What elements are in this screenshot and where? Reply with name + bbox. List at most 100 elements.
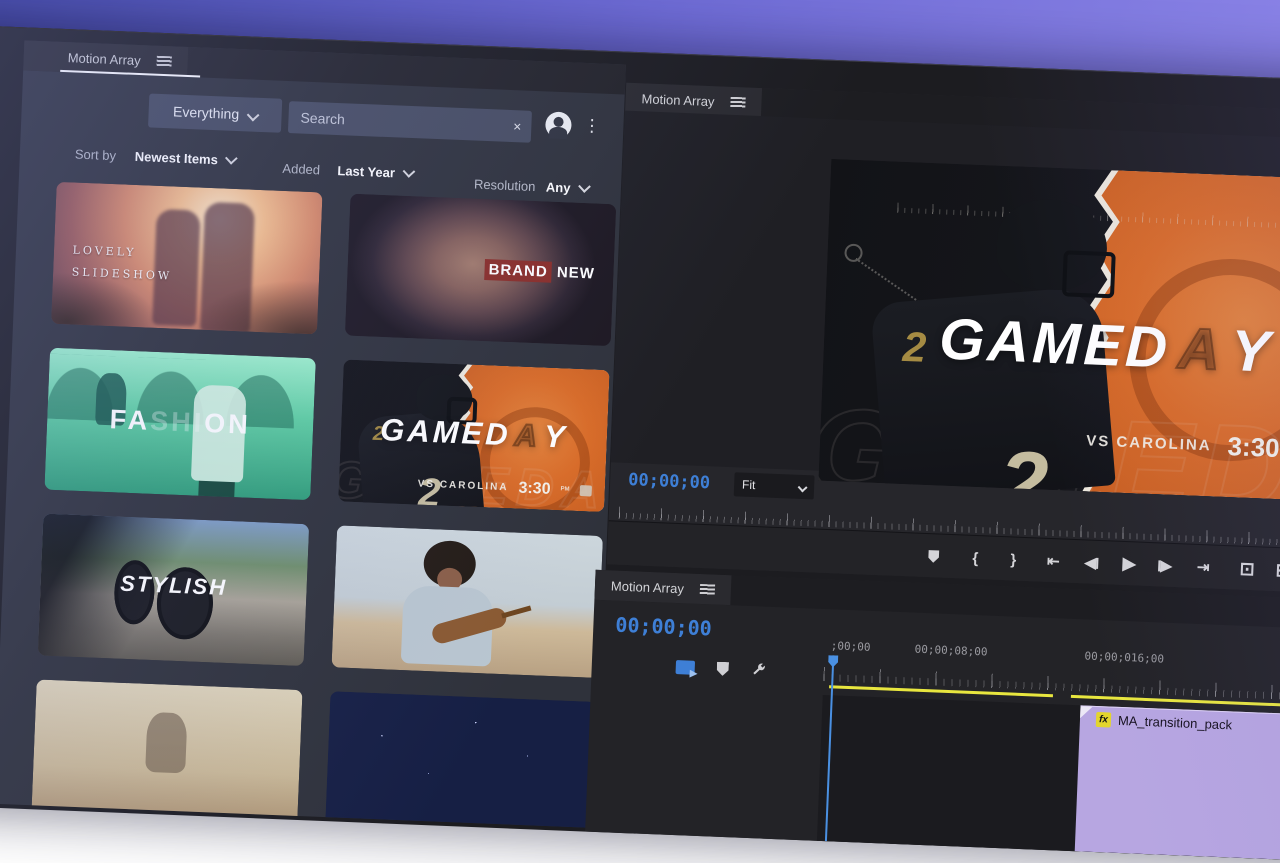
zoom-level-select[interactable]: Fit (734, 472, 815, 499)
add-marker-icon[interactable] (716, 662, 729, 676)
tab-label: Motion Array (611, 578, 685, 596)
added-label: Added (282, 161, 320, 177)
account-icon[interactable] (545, 111, 572, 138)
more-options-icon[interactable]: ⋮ (583, 113, 601, 140)
portrait-image: BRAND NEW (345, 194, 616, 347)
kickoff-time: 3:30 (1227, 431, 1280, 464)
chevron-down-icon (798, 482, 808, 492)
marker-glyph (928, 550, 940, 563)
search-box: × (288, 101, 532, 143)
clip-name: MA_transition_pack (1118, 713, 1233, 733)
step-forward-icon[interactable]: ▶ (1157, 556, 1174, 575)
thumbnail-stylish[interactable]: STYLISH (38, 514, 309, 667)
night-sky-image (325, 691, 596, 828)
category-value: Everything (173, 103, 240, 122)
sort-by-label: Sort by (75, 147, 117, 164)
timeline-toolbar (675, 659, 767, 679)
add-marker-icon[interactable] (925, 549, 942, 563)
mark-in-icon[interactable]: { (967, 549, 984, 567)
search-row: Everything × ⋮ (21, 88, 624, 152)
step-back-glyph: ◀ (1084, 553, 1096, 571)
thumbnail-ukulele-beach[interactable] (332, 525, 603, 678)
chevron-down-icon (402, 165, 415, 178)
title-part-faded: SHI (150, 406, 205, 438)
tab-label: Motion Array (641, 91, 715, 109)
title-badge: BRAND (484, 260, 552, 284)
matchup-text: VS CAROLINA (417, 479, 508, 494)
chevron-down-icon (246, 108, 259, 121)
title-rest: NEW (557, 264, 596, 283)
clip-fade-notch (1080, 706, 1092, 718)
title-main: GAMED (380, 412, 512, 453)
application-window: Motion Array Everything × ⋮ Sort by (0, 24, 1280, 863)
thumbnail-title: BRAND NEW (484, 262, 595, 283)
sort-by-value: Newest Items (135, 149, 219, 167)
step-forward-glyph: ▶ (1160, 556, 1172, 574)
desktop-background: Motion Array Everything × ⋮ Sort by (0, 0, 1280, 720)
clear-search-icon[interactable]: × (507, 118, 522, 135)
clip-header: fx MA_transition_pack (1080, 706, 1280, 738)
outdoor-image (31, 679, 302, 828)
added-dropdown[interactable]: Last Year (337, 163, 413, 181)
timeline-clip[interactable]: fx MA_transition_pack (1075, 705, 1280, 863)
step-bar (1096, 557, 1098, 568)
thumbnail-lovely-slideshow[interactable]: LOVELY SLIDESHOW (51, 182, 322, 335)
title-ghost-letter: A (514, 418, 541, 455)
bicycle-street-image: STYLISH (38, 514, 309, 667)
monitor-timecode[interactable]: 00;00;00 (628, 470, 711, 493)
go-to-out-icon[interactable]: ⇥ (1195, 558, 1212, 577)
panel-menu-icon[interactable] (730, 96, 745, 108)
thumbnail-partial-outdoor[interactable] (31, 679, 302, 828)
timeline-settings-wrench-icon[interactable] (750, 662, 767, 679)
thumbnail-fashion[interactable]: FASHION (44, 348, 315, 501)
added-value: Last Year (337, 163, 395, 180)
category-dropdown[interactable]: Everything (148, 93, 282, 132)
lift-icon[interactable]: ⊡ (1239, 558, 1256, 580)
title-ghost-letter: A (1177, 315, 1225, 384)
thumbnail-partial-night[interactable] (325, 691, 596, 828)
title-tail: Y (543, 419, 568, 456)
title-tail: Y (1230, 317, 1274, 386)
video-preview: GAMEDAY 2 2 GAMEDAY VS CAROLINA 3:30 P (818, 159, 1280, 503)
chevron-down-icon (578, 180, 591, 193)
gameday-image: GAMEDAY 2 2 GAMEDAY VS CAROLINA 3:30 PM (338, 359, 609, 512)
title-line: SLIDESHOW (71, 261, 172, 287)
browser-panel-tabstrip: Motion Array (23, 40, 626, 94)
ruler-label-1: 00;00;08;00 (914, 643, 987, 659)
motion-array-browser-panel: Motion Array Everything × ⋮ Sort by (0, 40, 626, 828)
go-to-in-icon[interactable]: ⇤ (1045, 552, 1062, 571)
play-icon[interactable]: ▶ (1121, 554, 1138, 575)
resolution-label: Resolution (474, 177, 536, 194)
network-logo (579, 485, 591, 496)
title-part: ON (204, 408, 252, 440)
green-fashion-image: FASHION (44, 348, 315, 501)
tab-label: Motion Array (67, 50, 141, 68)
panel-menu-icon[interactable] (700, 583, 715, 595)
ruler-label-0: ;00;00 (831, 639, 871, 654)
tab-motion-array-timeline[interactable]: Motion Array (594, 570, 731, 605)
sort-by-dropdown[interactable]: Newest Items (135, 149, 237, 168)
timeline-panel: Motion Array 00;00;00 ;00;00 00;00;08;00… (585, 570, 1280, 863)
resolution-value: Any (546, 179, 571, 195)
thumbnail-gameday[interactable]: GAMEDAY 2 2 GAMEDAY VS CAROLINA 3:30 PM (338, 359, 609, 512)
step-back-icon[interactable]: ◀ (1083, 553, 1100, 572)
ruler-label-2: 00;00;016;00 (1084, 649, 1164, 665)
monitor-viewport: GAMEDAY 2 2 GAMEDAY VS CAROLINA 3:30 P (611, 111, 1280, 494)
search-input[interactable] (298, 108, 507, 134)
panel-menu-icon[interactable] (156, 55, 171, 67)
beach-ukulele-image (332, 525, 603, 678)
extract-icon[interactable]: ⊟ (1275, 560, 1280, 582)
chevron-down-icon (225, 152, 238, 165)
nest-sequences-toggle-icon[interactable] (676, 660, 696, 675)
mark-out-icon[interactable]: } (1005, 551, 1022, 569)
meridiem-text: PM (560, 487, 569, 494)
gameday-preview-frame: GAMEDAY 2 2 GAMEDAY VS CAROLINA 3:30 P (818, 159, 1280, 503)
program-monitor-panel: Motion Array GAMEDAY 2 (607, 83, 1280, 596)
title-main: GAMED (938, 305, 1171, 381)
zoom-level-value: Fit (742, 478, 756, 493)
timeline-timecode[interactable]: 00;00;00 (615, 613, 712, 641)
thumbnail-brand-new[interactable]: BRAND NEW (345, 194, 616, 347)
sunset-couple-image: LOVELY SLIDESHOW (51, 182, 322, 335)
matchup-text: VS CAROLINA (1086, 432, 1212, 454)
resolution-dropdown[interactable]: Any (546, 179, 589, 196)
